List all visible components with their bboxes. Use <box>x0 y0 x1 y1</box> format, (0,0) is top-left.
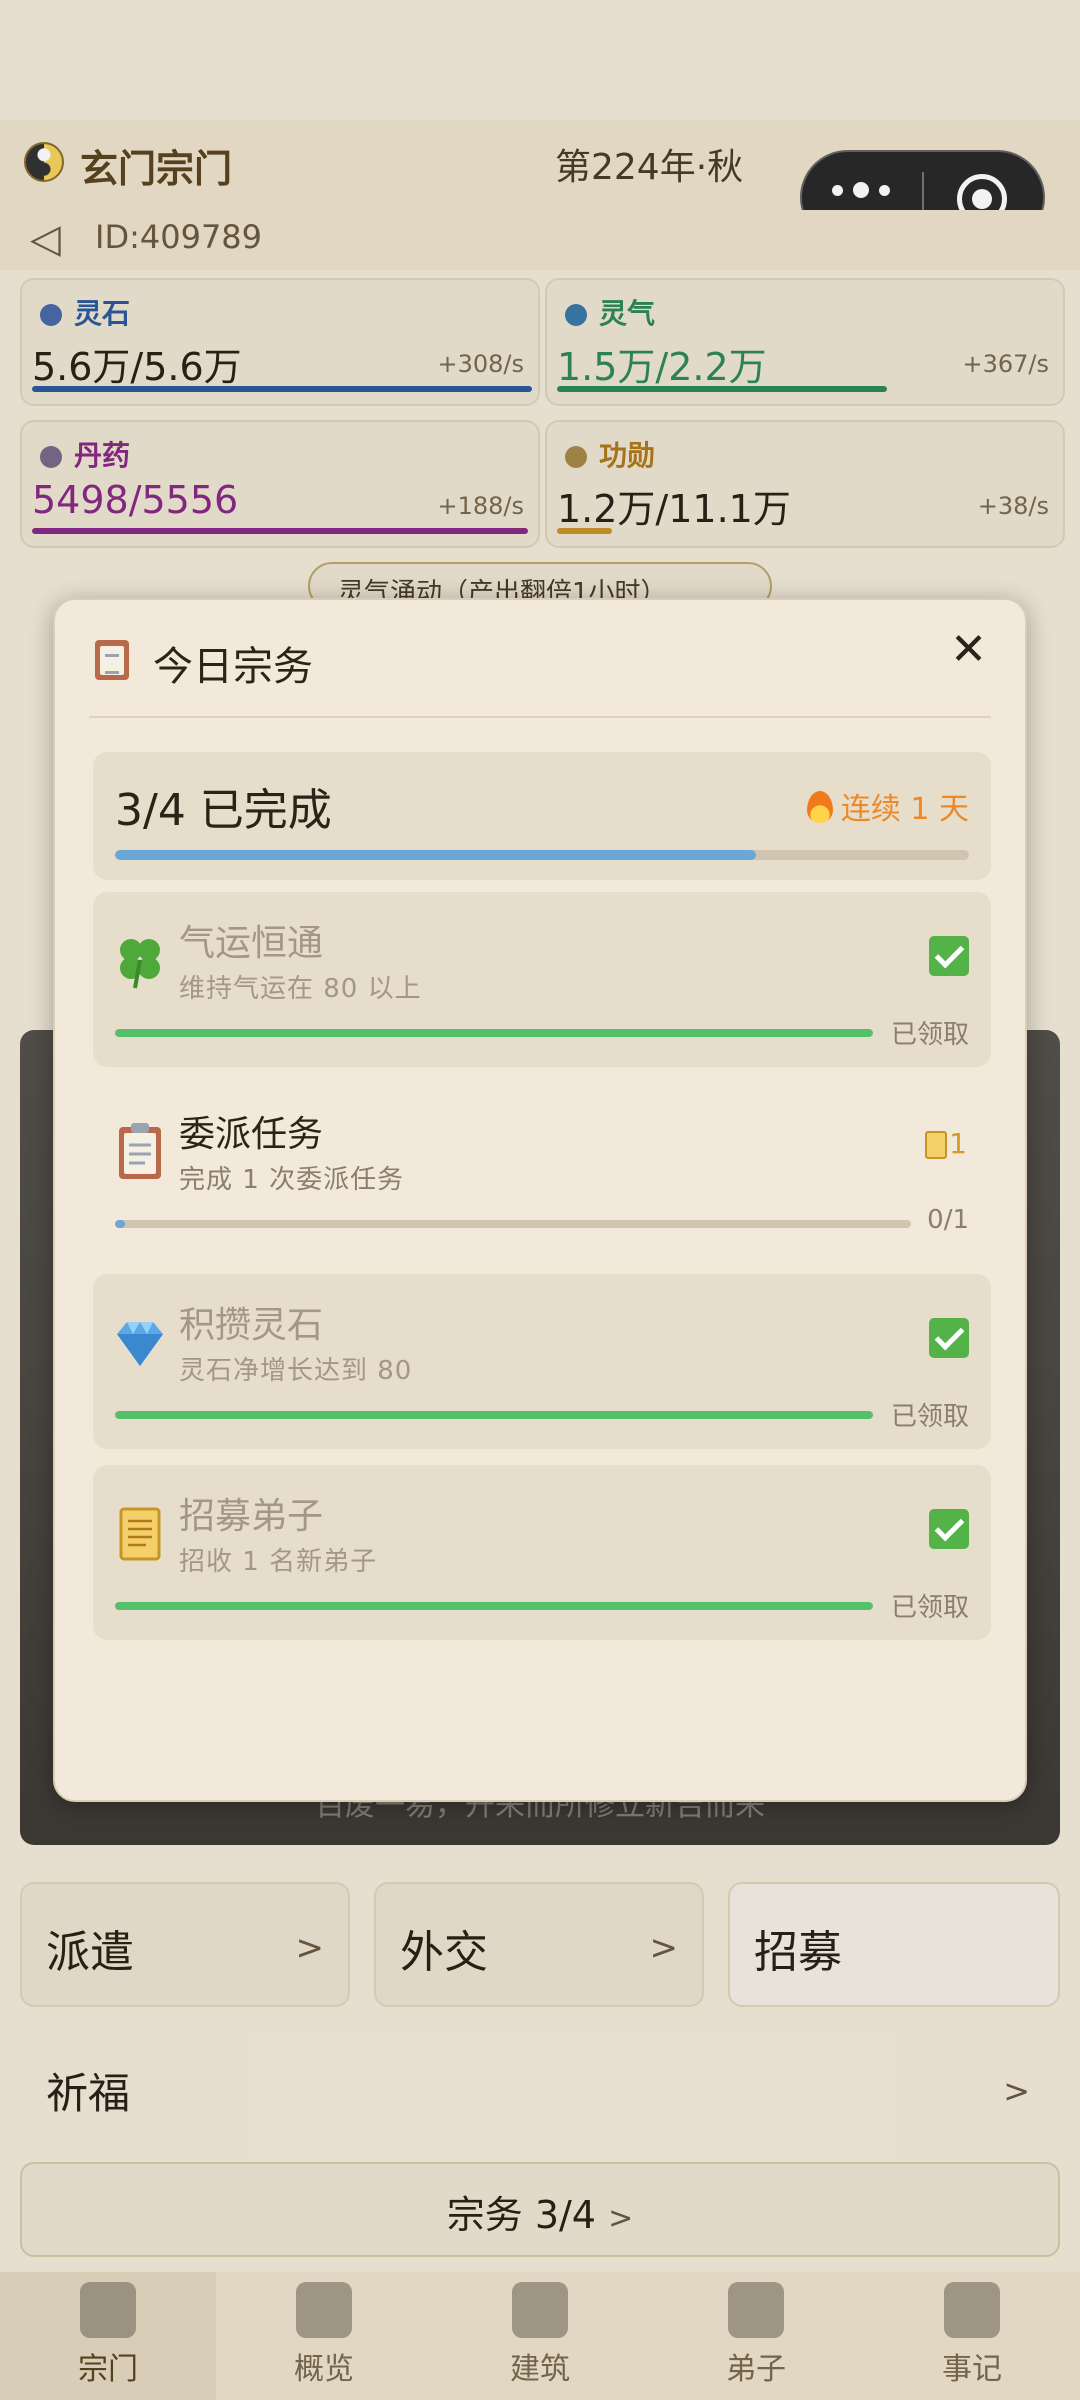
task-description: 维持气运在 80 以上 <box>179 974 422 1004</box>
streak-badge: 连续 1 天 <box>806 784 969 828</box>
task-progress-fill <box>115 1029 873 1037</box>
checkbox-checked-icon <box>929 1318 969 1358</box>
task-progress-fill <box>115 1602 873 1610</box>
task-description: 灵石净增长达到 80 <box>179 1356 413 1386</box>
task-item: 委派任务 完成 1 次委派任务 1 0/1 <box>93 1083 991 1258</box>
streak-text: 连续 1 天 <box>840 792 969 827</box>
task-progress-track <box>115 1411 873 1419</box>
modal-divider <box>89 716 991 718</box>
checkbox-checked-icon <box>929 936 969 976</box>
task-progress-track <box>115 1220 911 1228</box>
task-reward: 1 <box>925 1127 967 1160</box>
modal-title: 今日宗务 <box>153 644 313 690</box>
completion-progress-fill <box>115 850 756 860</box>
clipboard-icon <box>95 640 129 680</box>
diamond-icon <box>117 1322 163 1366</box>
task-status: 已领取 <box>890 1593 969 1623</box>
task-status: 已领取 <box>890 1020 969 1050</box>
daily-duties-modal: 今日宗务 ✕ 3/4 已完成 连续 1 天 气运恒通 维持气运在 80 以上 已… <box>53 598 1027 1802</box>
task-progress-track <box>115 1029 873 1037</box>
scroll-icon <box>119 1507 161 1561</box>
task-progress-fill <box>115 1220 125 1228</box>
task-status: 已领取 <box>890 1402 969 1432</box>
task-progress-fill <box>115 1411 873 1419</box>
task-item: 积攒灵石 灵石净增长达到 80 已领取 <box>93 1274 991 1449</box>
checkbox-checked-icon <box>929 1509 969 1549</box>
task-progress-track <box>115 1602 873 1610</box>
task-name: 委派任务 <box>179 1114 324 1155</box>
reward-amount: 1 <box>949 1127 967 1160</box>
scroll-icon <box>925 1131 948 1159</box>
flame-icon <box>806 791 833 823</box>
task-name: 积攒灵石 <box>179 1305 324 1346</box>
task-item: 招募弟子 招收 1 名新弟子 已领取 <box>93 1465 991 1640</box>
task-item: 气运恒通 维持气运在 80 以上 已领取 <box>93 892 991 1067</box>
close-icon[interactable]: ✕ <box>950 628 987 672</box>
task-name: 招募弟子 <box>179 1496 324 1537</box>
completion-text: 3/4 已完成 <box>115 785 332 836</box>
task-description: 招收 1 名新弟子 <box>179 1547 378 1577</box>
task-name: 气运恒通 <box>179 923 324 964</box>
completion-summary: 3/4 已完成 连续 1 天 <box>93 752 991 880</box>
clipboard-icon <box>119 1123 161 1179</box>
clover-icon <box>120 939 160 989</box>
completion-progress-track <box>115 850 969 860</box>
task-description: 完成 1 次委派任务 <box>179 1165 405 1195</box>
task-status: 0/1 <box>927 1205 969 1235</box>
